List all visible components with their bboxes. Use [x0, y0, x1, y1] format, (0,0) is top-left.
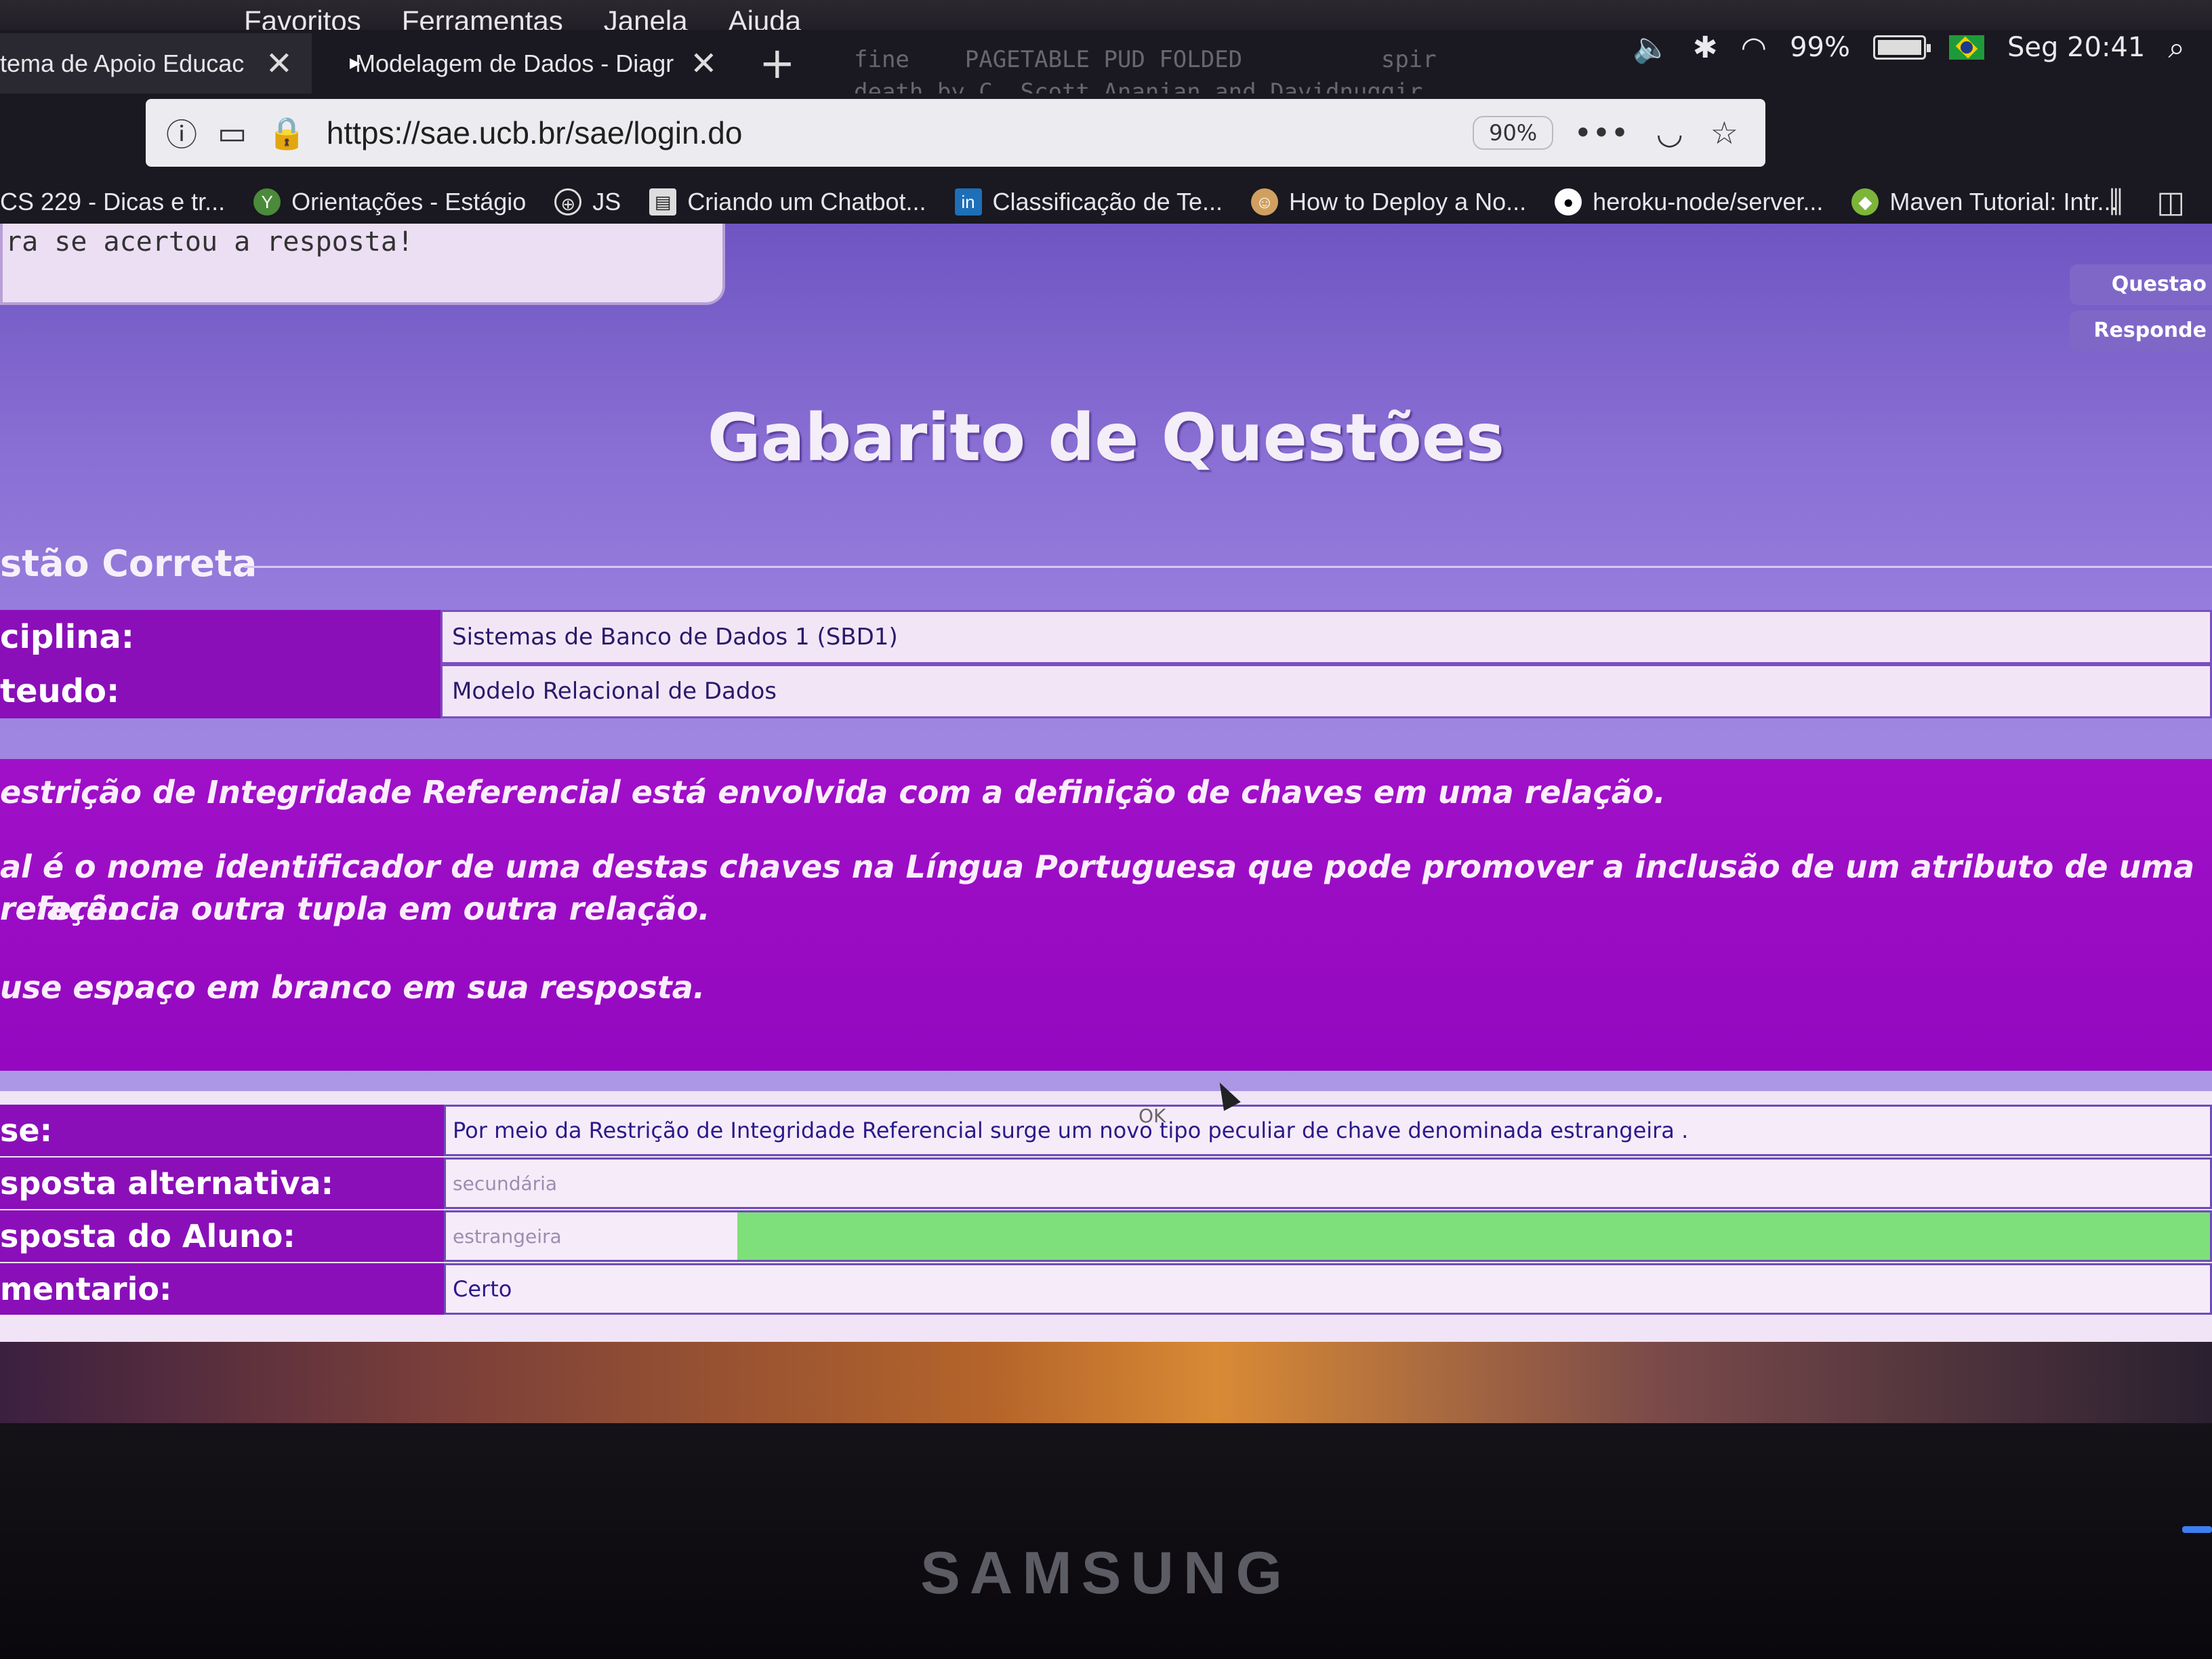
tab-sae[interactable]: tema de Apoio Educac ✕: [0, 33, 312, 94]
bookmark-label: Orientações - Estágio: [291, 188, 527, 216]
bookmark-maven[interactable]: ◆ Maven Tutorial: Intr...: [1851, 188, 2118, 216]
hint-box: ra se acertou a resposta!: [0, 224, 725, 305]
bookmark-label: Classificação de Te...: [992, 188, 1223, 216]
info-row-conteudo: teudo: Modelo Relacional de Dados: [0, 664, 2212, 718]
clock[interactable]: Seg 20:41: [2007, 32, 2145, 63]
page-content: ra se acertou a resposta! Questao Respon…: [0, 224, 2212, 1389]
student-answer-field[interactable]: estrangeira: [444, 1210, 2212, 1262]
bookmark-classificacao[interactable]: in Classificação de Te...: [954, 188, 1223, 216]
page-title: Gabarito de Questões: [707, 400, 1505, 476]
bluetooth-icon[interactable]: ✱: [1693, 30, 1718, 65]
linkedin-icon: in: [954, 188, 982, 216]
answer-row-base: se: Por meio da Restrição de Integridade…: [0, 1105, 2212, 1156]
answer-row-alternativa: sposta alternativa: secundária: [0, 1158, 2212, 1209]
question-box: estrição de Integridade Referencial está…: [0, 759, 2212, 1071]
bookmark-cs229[interactable]: CS 229 - Dicas e tr...: [0, 188, 225, 216]
bookmark-label: How to Deploy a No...: [1289, 188, 1527, 216]
new-tab-icon[interactable]: +: [759, 39, 796, 89]
search-icon[interactable]: ⌕: [2168, 30, 2185, 65]
lock-icon[interactable]: 🔒: [267, 115, 306, 152]
legend-divider: [244, 566, 2212, 568]
address-bar[interactable]: ⓘ ▭ 🔒 https://sae.ucb.br/sae/login.do 90…: [146, 99, 1765, 167]
zoom-badge[interactable]: 90%: [1473, 116, 1554, 150]
hint-text: ra se acertou a resposta!: [5, 226, 414, 258]
bookmark-label: JS: [592, 188, 621, 216]
maven-icon: ◆: [1851, 188, 1879, 216]
volume-icon[interactable]: 🔈: [1633, 30, 1670, 65]
answer-label: sposta alternativa:: [0, 1158, 444, 1209]
bookmark-label: Maven Tutorial: Intr...: [1889, 188, 2118, 216]
ok-button[interactable]: OK: [1139, 1105, 1166, 1127]
battery-icon[interactable]: [1872, 35, 1931, 60]
answer-row-aluno: sposta do Aluno: estrangeira: [0, 1210, 2212, 1262]
info-label: ciplina:: [0, 610, 441, 664]
github-icon: ●: [1555, 188, 1582, 216]
battery-percent: 99%: [1790, 32, 1850, 63]
answer-value: secundária: [444, 1158, 2212, 1209]
status-area: 🔈 ✱ ◠ 99% Seg 20:41 ⌕: [1633, 0, 2185, 95]
bookmark-chatbot[interactable]: ▤ Criando um Chatbot...: [649, 188, 926, 216]
answer-row-comentario: mentario: Certo: [0, 1263, 2212, 1315]
close-icon[interactable]: ✕: [690, 45, 717, 83]
bookmark-label: Criando um Chatbot...: [687, 188, 926, 216]
tab-label: Modelagem de Dados - Diagr: [355, 49, 674, 77]
section-legend: stão Correta: [0, 542, 258, 585]
bookmark-deploy[interactable]: ☺ How to Deploy a No...: [1251, 188, 1526, 216]
question-line: estrição de Integridade Referencial está…: [0, 774, 1666, 811]
sidebar-icon[interactable]: ◫: [2156, 185, 2185, 220]
question-line: use espaço em branco em sua resposta.: [0, 969, 705, 1006]
bookmark-js[interactable]: ⊕ JS: [554, 188, 621, 216]
close-icon[interactable]: ✕: [266, 45, 293, 83]
bookmark-orientacoes[interactable]: Y Orientações - Estágio: [253, 188, 526, 216]
question-line: referência outra tupla em outra relação.: [0, 890, 710, 927]
bookmark-label: CS 229 - Dicas e tr...: [0, 188, 226, 216]
answer-value: Certo: [444, 1263, 2212, 1315]
bookmark-label: heroku-node/server...: [1593, 188, 1824, 216]
library-icon[interactable]: ⫼: [2109, 185, 2123, 220]
info-row-disciplina: ciplina: Sistemas de Banco de Dados 1 (S…: [0, 610, 2212, 664]
responde-button[interactable]: Responde: [2070, 310, 2212, 351]
answer-section: se: Por meio da Restrição de Integridade…: [0, 1091, 2212, 1359]
tab-label: tema de Apoio Educac: [0, 49, 245, 77]
questao-button[interactable]: Questao: [2070, 264, 2212, 305]
url-text[interactable]: https://sae.ucb.br/sae/login.do: [327, 115, 743, 151]
person-icon: ☺: [1251, 188, 1279, 216]
monitor-brand-logo: SAMSUNG: [920, 1539, 1292, 1606]
info-label: teudo:: [0, 664, 441, 718]
navigation-toolbar: ⓘ ▭ 🔒 https://sae.ucb.br/sae/login.do 90…: [0, 94, 2212, 175]
answer-label: sposta do Aluno:: [0, 1210, 444, 1262]
info-value: Sistemas de Banco de Dados 1 (SBD1): [441, 610, 2212, 664]
desktop-wallpaper-strip: [0, 1342, 2212, 1423]
brazil-flag-icon[interactable]: [1948, 35, 1984, 60]
info-icon[interactable]: ⓘ: [166, 110, 197, 155]
bookmark-star-icon[interactable]: ☆: [1711, 115, 1738, 151]
side-button-group: Questao Responde: [2070, 264, 2212, 356]
answer-value: Por meio da Restrição de Integridade Ref…: [444, 1105, 2212, 1156]
more-icon[interactable]: •••: [1574, 115, 1629, 151]
y-icon: Y: [253, 188, 281, 216]
power-led: [2182, 1526, 2212, 1533]
answer-label: mentario:: [0, 1263, 444, 1315]
doc-icon: ▤: [649, 188, 677, 216]
globe-icon: ⊕: [554, 188, 582, 216]
bookmark-heroku[interactable]: ● heroku-node/server...: [1555, 188, 1823, 216]
page-icon: ▭: [218, 115, 247, 151]
wifi-icon[interactable]: ◠: [1741, 30, 1767, 65]
pocket-icon[interactable]: ◡: [1656, 115, 1683, 151]
answer-label: se:: [0, 1105, 444, 1156]
tab-modelagem[interactable]: Modelagem de Dados - Diagr ✕: [312, 33, 732, 94]
info-value: Modelo Relacional de Dados: [441, 664, 2212, 718]
